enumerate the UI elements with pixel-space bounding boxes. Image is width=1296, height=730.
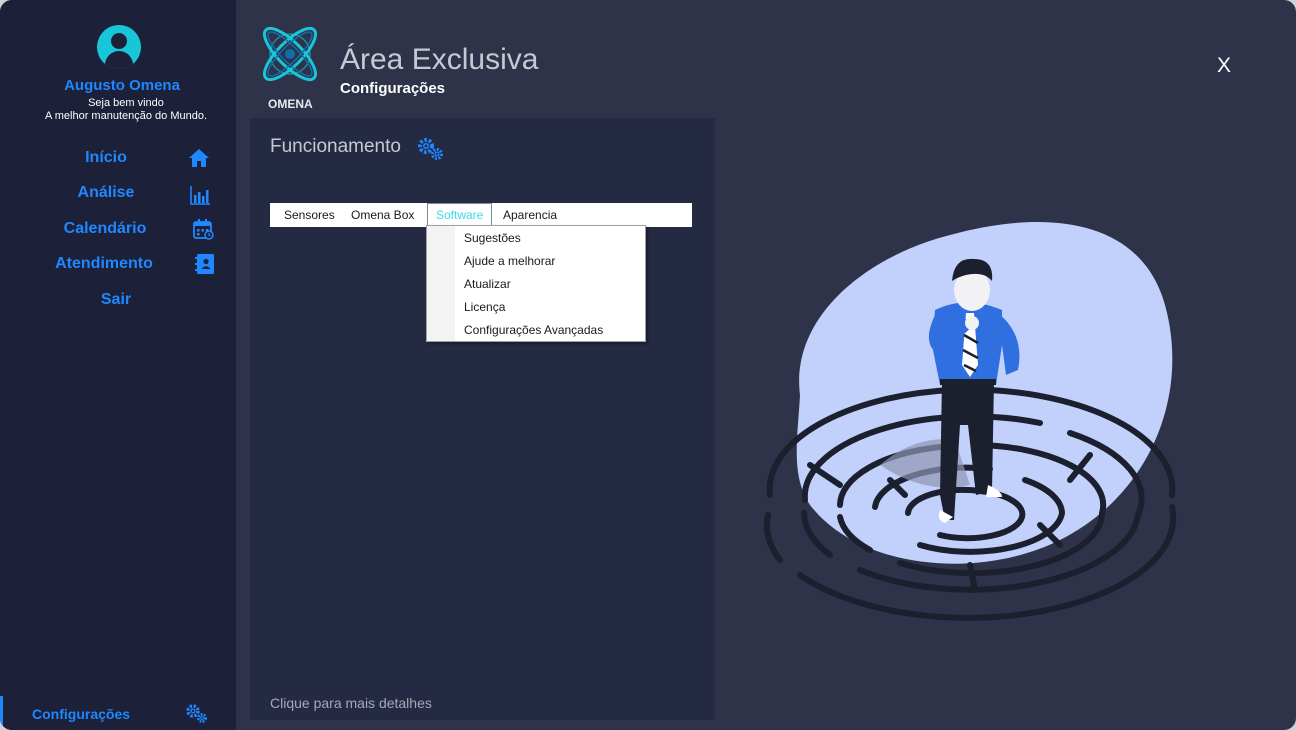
avatar-head xyxy=(111,33,127,49)
menu-software[interactable]: Software xyxy=(427,203,493,227)
menu-sensores[interactable]: Sensores xyxy=(276,203,343,227)
close-button[interactable]: X xyxy=(1210,54,1238,80)
software-dropdown-menu: Sugestões Ajude a melhorar Atualizar Lic… xyxy=(426,225,646,342)
menu-aparencia[interactable]: Aparencia xyxy=(495,203,565,227)
app-window: Augusto Omena Seja bem vindo A melhor ma… xyxy=(0,0,1296,730)
sidebar-item-inicio[interactable]: Início xyxy=(60,149,152,167)
home-icon[interactable] xyxy=(188,147,210,169)
user-motto: A melhor manutenção do Mundo. xyxy=(44,110,208,122)
settings-panel: Funcionamento Sensores Omena Box Softwar… xyxy=(250,118,715,720)
gears-icon[interactable] xyxy=(185,703,209,725)
avatar-body xyxy=(105,51,133,69)
omena-logo-icon xyxy=(263,27,317,81)
gears-icon xyxy=(418,138,444,161)
sidebar-item-analise[interactable]: Análise xyxy=(60,184,152,202)
sidebar-item-configuracoes[interactable]: Configurações xyxy=(32,706,130,722)
active-indicator xyxy=(0,696,3,728)
page-title: Área Exclusiva xyxy=(340,43,539,76)
sidebar-item-sair[interactable]: Sair xyxy=(80,291,152,309)
user-greeting: Seja bem vindo xyxy=(88,97,164,109)
menu-omena-box[interactable]: Omena Box xyxy=(343,203,422,227)
menu-bar: Sensores Omena Box Software Aparencia xyxy=(270,203,692,227)
bar-chart-icon[interactable] xyxy=(189,184,211,206)
logo-text: OMENA xyxy=(268,97,313,111)
user-name: Augusto Omena xyxy=(64,77,180,94)
contact-book-icon[interactable] xyxy=(194,253,216,275)
dropdown-item-ajude[interactable]: Ajude a melhorar xyxy=(464,254,555,268)
calendar-icon[interactable] xyxy=(192,218,214,240)
panel-footer-hint[interactable]: Clique para mais detalhes xyxy=(270,695,432,711)
dropdown-gutter xyxy=(427,226,455,341)
avatar[interactable] xyxy=(97,25,141,69)
dropdown-item-config-avancadas[interactable]: Configurações Avançadas xyxy=(464,323,603,337)
sidebar-item-atendimento[interactable]: Atendimento xyxy=(44,255,164,273)
dropdown-item-licenca[interactable]: Licença xyxy=(464,300,505,314)
page-subtitle: Configurações xyxy=(340,80,446,97)
sidebar: Augusto Omena Seja bem vindo A melhor ma… xyxy=(0,0,236,730)
sidebar-item-calendario[interactable]: Calendário xyxy=(50,220,160,238)
dropdown-item-sugestoes[interactable]: Sugestões xyxy=(464,231,521,245)
dropdown-item-atualizar[interactable]: Atualizar xyxy=(464,277,511,291)
panel-title: Funcionamento xyxy=(270,136,401,157)
maze-person-illustration xyxy=(764,222,1177,621)
